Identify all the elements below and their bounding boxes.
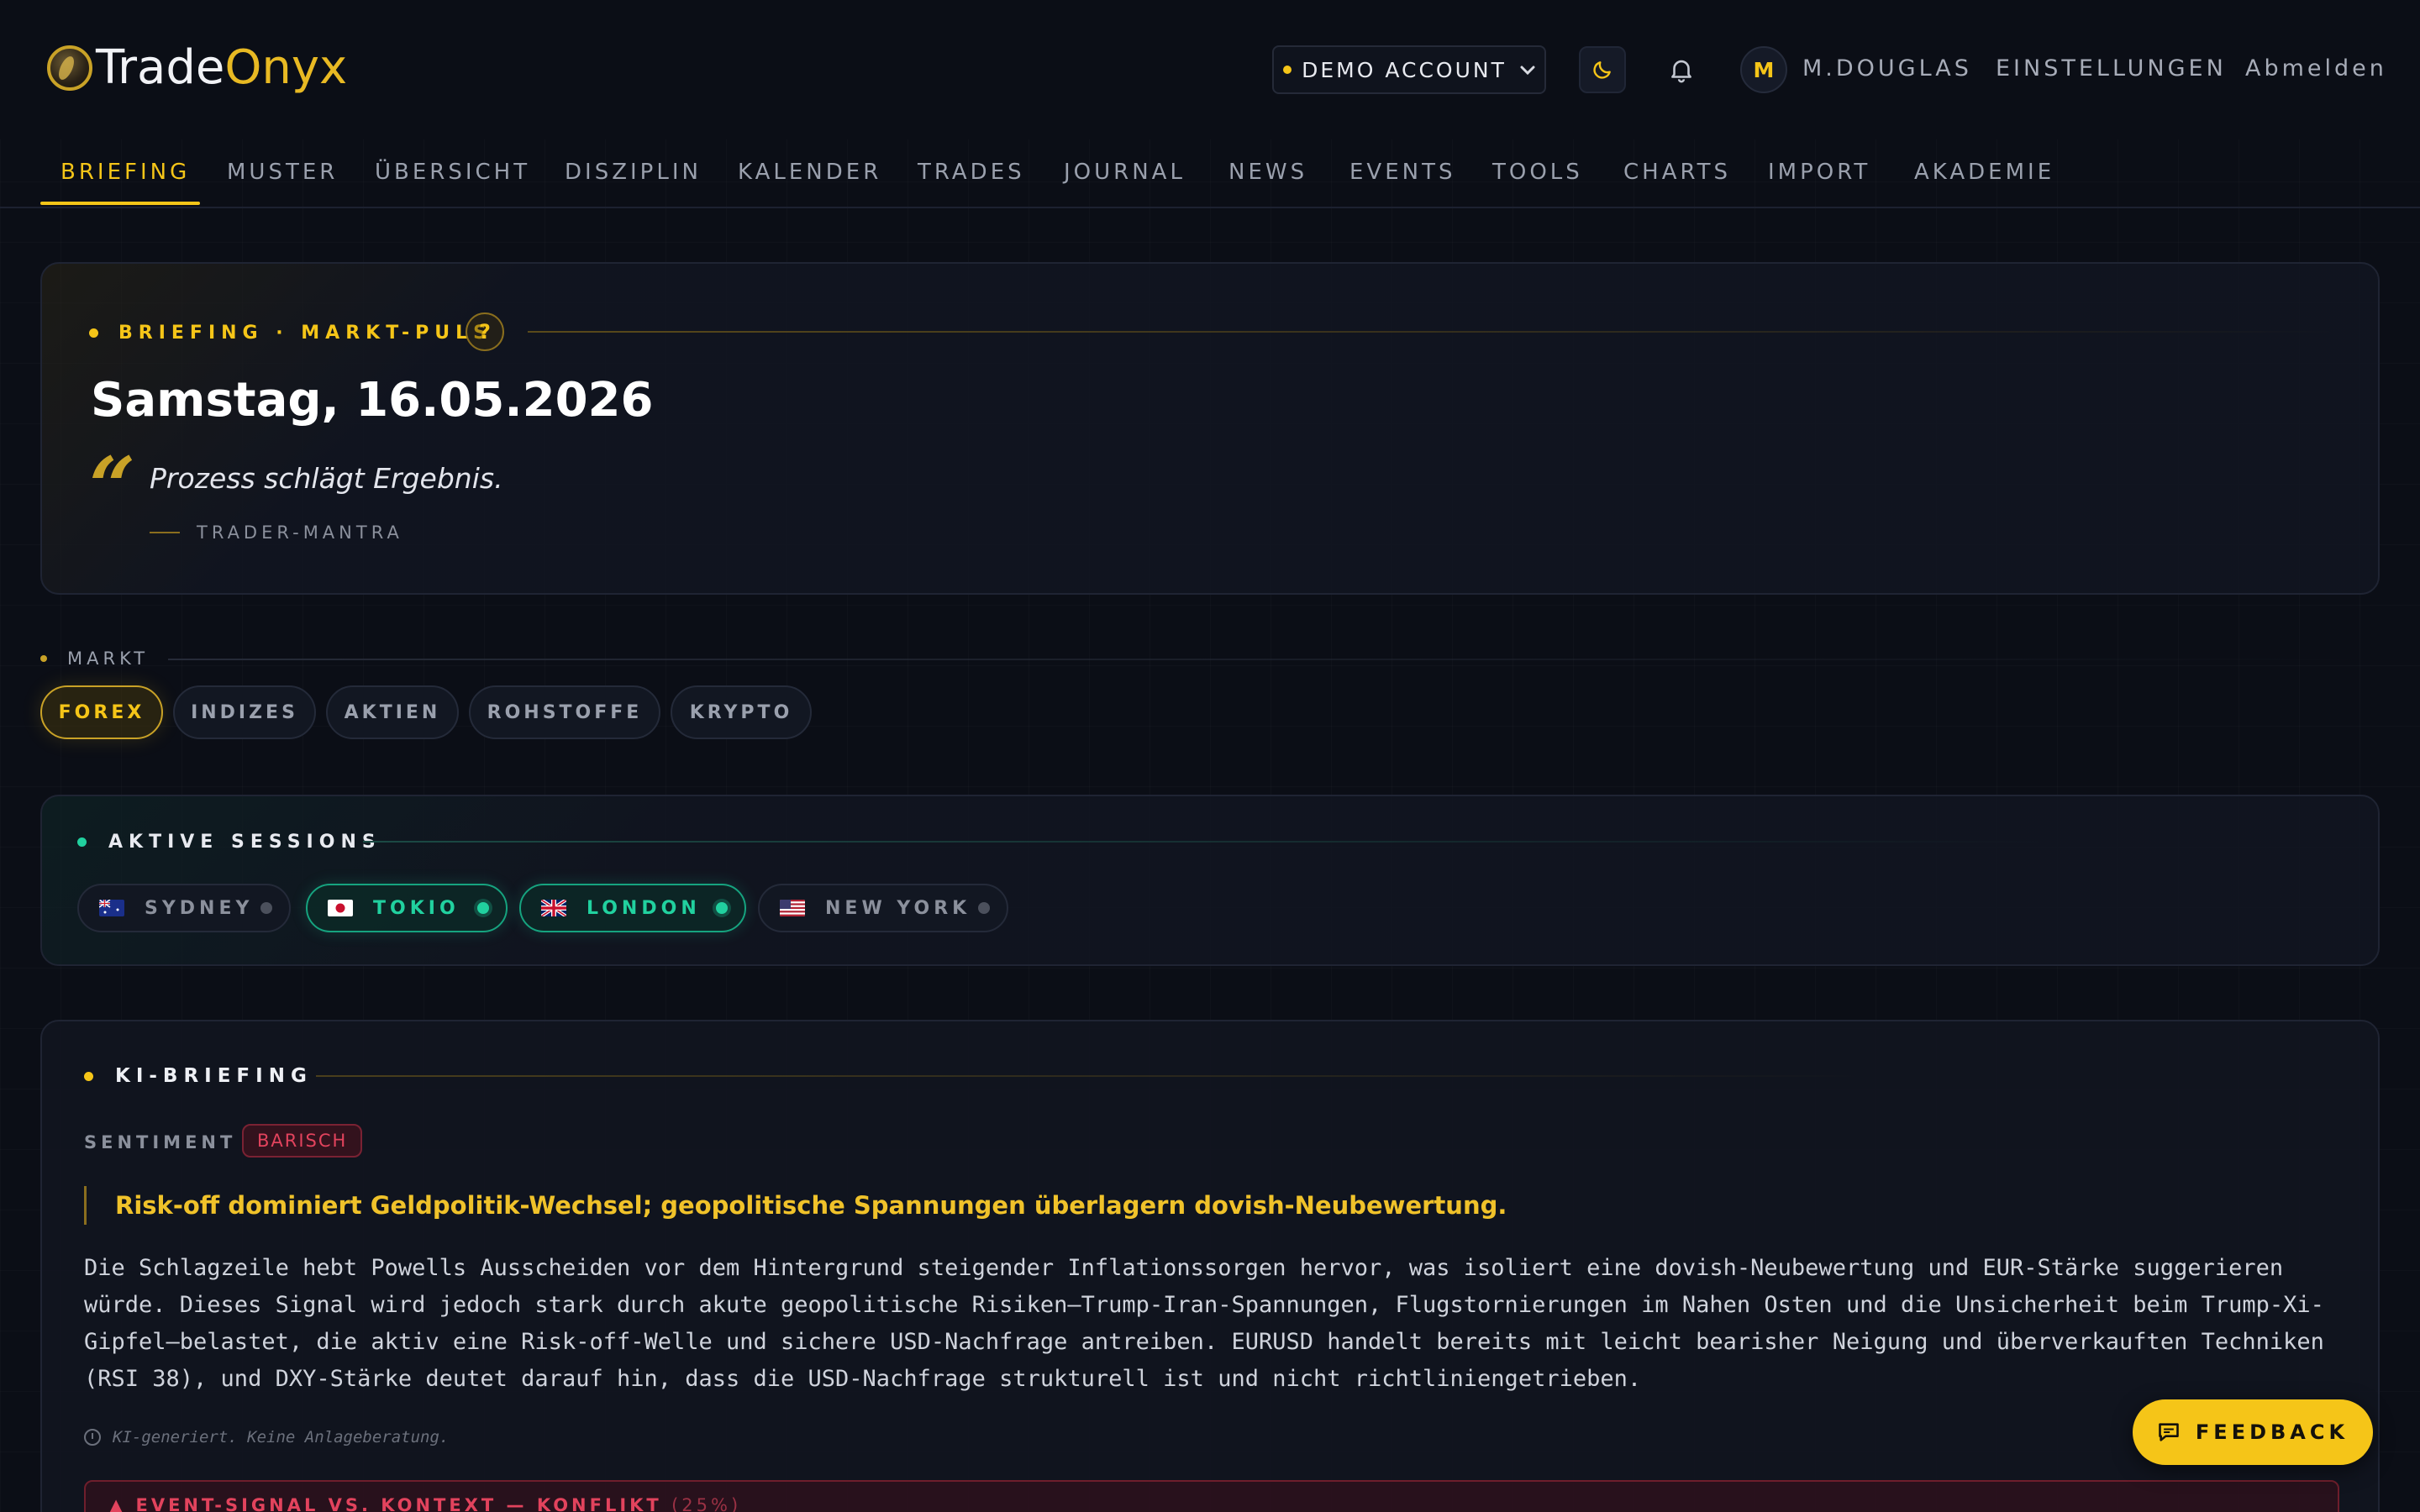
sessions-card: AKTIVE SESSIONS SYDNEY TOKIO LONDON NEW … (40, 795, 2380, 966)
chat-bubble-icon (2159, 1423, 2179, 1441)
username-link[interactable]: M.DOUGLAS (1802, 55, 1972, 81)
ki-title-dot (84, 1071, 93, 1081)
session-tokio-label: TOKIO (373, 897, 460, 919)
quote-mark-icon: “ (89, 439, 136, 534)
quote-attribution: TRADER-MANTRA (150, 522, 403, 543)
logo[interactable]: TradeOnyx (47, 40, 347, 95)
page-title: Samstag, 16.05.2026 (91, 373, 654, 428)
us-flag-icon (780, 900, 805, 916)
moon-icon (1593, 61, 1611, 79)
market-filter-rohstoffe[interactable]: ROHSTOFFE (469, 685, 660, 739)
session-sydney-label: SYDNEY (145, 897, 254, 919)
kicker-dot (89, 328, 98, 338)
logout-link[interactable]: Abmelden (2245, 55, 2387, 81)
attribution-rule (150, 532, 180, 533)
notifications-button[interactable] (1667, 55, 1696, 84)
warning-icon: ▲ (109, 1495, 136, 1512)
jp-flag-icon (328, 900, 353, 916)
help-button[interactable]: ? (466, 312, 504, 351)
tab-muster[interactable]: MUSTER (227, 160, 338, 185)
market-filter-krypto[interactable]: KRYPTO (671, 685, 812, 739)
session-sydney[interactable]: SYDNEY (77, 884, 291, 932)
sentiment-badge: BARISCH (242, 1124, 363, 1158)
market-rule (168, 659, 2380, 660)
ki-briefing-card: KI-BRIEFING SENTIMENT BARISCH Risk-off d… (40, 1020, 2380, 1512)
sessions-rule (363, 841, 2044, 843)
ki-briefing-title: KI-BRIEFING (84, 1065, 313, 1087)
briefing-kicker-text: BRIEFING · MARKT-PULS (118, 323, 492, 344)
bell-icon (1671, 60, 1691, 83)
active-tab-indicator (40, 202, 200, 205)
sessions-title-text: AKTIVE SESSIONS (108, 832, 381, 853)
market-filter-indizes[interactable]: INDIZES (173, 685, 316, 739)
market-label-dot (40, 655, 47, 662)
top-header: TradeOnyx DEMO ACCOUNT M M.DOUGLAS EINST… (0, 0, 2420, 139)
tab-news[interactable]: NEWS (1228, 160, 1307, 185)
logo-globe-icon (47, 45, 92, 91)
sessions-title: AKTIVE SESSIONS (77, 832, 381, 853)
conflict-banner[interactable]: ▲ EVENT-SIGNAL VS. KONTEXT — KONFLIKT (2… (84, 1480, 2339, 1512)
session-london[interactable]: LONDON (519, 884, 746, 932)
feedback-label: FEEDBACK (2195, 1420, 2349, 1444)
kicker-rule (528, 331, 2334, 333)
tab-events[interactable]: EVENTS (1349, 160, 1455, 185)
conflict-percent: (25%) (671, 1495, 742, 1512)
quote-attribution-text: TRADER-MANTRA (197, 522, 403, 543)
tab-akademie[interactable]: AKADEMIE (1914, 160, 2054, 185)
logo-text: TradeOnyx (96, 40, 347, 95)
theme-toggle-button[interactable] (1579, 46, 1626, 93)
ki-disclaimer: KI-generiert. Keine Anlageberatung. (84, 1428, 449, 1446)
clock-icon (84, 1429, 101, 1446)
session-status-dot (978, 902, 990, 914)
sessions-title-dot (77, 837, 87, 847)
tab-journal[interactable]: JOURNAL (1064, 160, 1186, 185)
tab-uebersicht[interactable]: ÜBERSICHT (375, 160, 530, 185)
market-label: MARKT (40, 648, 149, 669)
conflict-label: EVENT-SIGNAL VS. KONTEXT — KONFLIKT (135, 1495, 662, 1512)
nav-divider (0, 207, 2420, 208)
briefing-card: BRIEFING · MARKT-PULS ? Samstag, 16.05.2… (40, 262, 2380, 595)
briefing-kicker: BRIEFING · MARKT-PULS (89, 323, 492, 344)
session-london-label: LONDON (587, 897, 701, 919)
tab-briefing[interactable]: BRIEFING (60, 160, 190, 185)
account-status-dot (1283, 66, 1292, 74)
gb-flag-icon (541, 900, 566, 916)
session-new-york[interactable]: NEW YORK (758, 884, 1008, 932)
main-nav: BRIEFING MUSTER ÜBERSICHT DISZIPLIN KALE… (40, 139, 2380, 207)
market-filter-forex[interactable]: FOREX (40, 685, 163, 739)
settings-link[interactable]: EINSTELLUNGEN (1996, 55, 2227, 81)
ki-disclaimer-text: KI-generiert. Keine Anlageberatung. (113, 1428, 450, 1446)
tab-disziplin[interactable]: DISZIPLIN (565, 160, 702, 185)
logo-text-onyx: Onyx (224, 40, 348, 95)
tab-tools[interactable]: TOOLS (1492, 160, 1583, 185)
quote-text: Prozess schlägt Ergebnis. (150, 462, 503, 495)
tab-kalender[interactable]: KALENDER (738, 160, 881, 185)
au-flag-icon (99, 900, 124, 916)
logo-text-trade: Trade (96, 40, 225, 95)
account-switcher-button[interactable]: DEMO ACCOUNT (1272, 45, 1546, 94)
ki-headline: Risk-off dominiert Geldpolitik-Wechsel; … (84, 1186, 1507, 1225)
tab-trades[interactable]: TRADES (918, 160, 1025, 185)
conflict-banner-text: ▲ EVENT-SIGNAL VS. KONTEXT — KONFLIKT (2… (109, 1495, 741, 1512)
market-label-text: MARKT (67, 648, 150, 669)
session-new-york-label: NEW YORK (825, 897, 971, 919)
market-filter-aktien[interactable]: AKTIEN (326, 685, 459, 739)
sentiment-label: SENTIMENT (84, 1132, 237, 1152)
session-status-dot (477, 902, 489, 914)
ki-briefing-title-text: KI-BRIEFING (115, 1065, 313, 1087)
feedback-button[interactable]: FEEDBACK (2133, 1399, 2373, 1465)
tab-charts[interactable]: CHARTS (1623, 160, 1731, 185)
chevron-down-icon (1520, 60, 1535, 81)
avatar[interactable]: M (1740, 46, 1787, 93)
ki-body-text: Die Schlagzeile hebt Powells Ausscheiden… (84, 1255, 2324, 1392)
tab-import[interactable]: IMPORT (1768, 160, 1870, 185)
session-status-dot (260, 902, 272, 914)
session-tokio[interactable]: TOKIO (306, 884, 508, 932)
ki-title-rule (316, 1075, 1870, 1077)
session-status-dot (716, 902, 728, 914)
account-label: DEMO ACCOUNT (1302, 57, 1507, 82)
